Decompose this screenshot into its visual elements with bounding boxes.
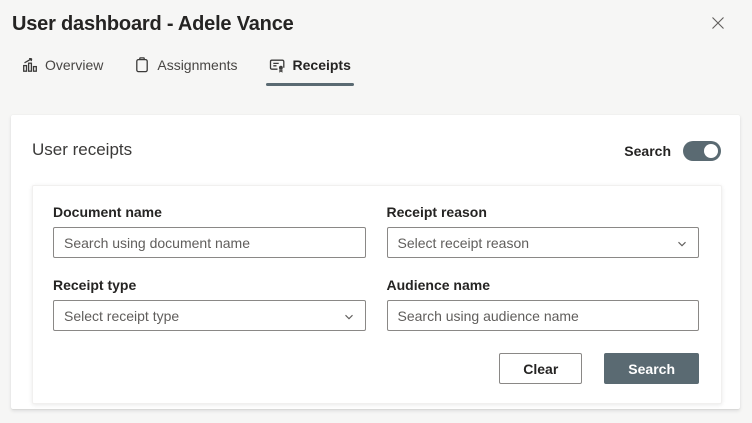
bar-chart-icon (22, 57, 38, 73)
search-filter-form: Document name Receipt reason Select rece… (32, 185, 722, 404)
receipt-icon (269, 57, 286, 73)
close-button[interactable] (708, 13, 728, 33)
toggle-knob-icon (704, 144, 718, 158)
search-toggle-group: Search (624, 141, 721, 161)
search-toggle-label: Search (624, 143, 671, 159)
form-actions: Clear Search (53, 353, 699, 384)
document-name-input[interactable] (53, 227, 366, 258)
dialog-title: User dashboard - Adele Vance (12, 13, 294, 35)
form-grid: Document name Receipt reason Select rece… (53, 204, 699, 331)
panel-title: User receipts (32, 140, 133, 159)
tab-assignments[interactable]: Assignments (134, 57, 238, 86)
receipt-type-label: Receipt type (53, 277, 137, 293)
field-receipt-type: Receipt type Select receipt type (53, 277, 366, 331)
field-audience-name: Audience name (386, 277, 699, 331)
search-toggle[interactable] (683, 141, 721, 161)
close-icon (711, 16, 725, 30)
tab-overview[interactable]: Overview (22, 57, 103, 86)
user-receipts-panel: User receipts Search Document name Recei… (11, 115, 740, 409)
search-button[interactable]: Search (604, 353, 699, 384)
audience-name-input[interactable] (386, 300, 699, 331)
dropdown-placeholder: Select receipt reason (397, 234, 530, 251)
chevron-down-icon (676, 238, 688, 250)
tab-label: Overview (45, 57, 104, 73)
chevron-down-icon (343, 311, 355, 323)
tab-label: Assignments (157, 57, 238, 73)
field-document-name: Document name (53, 204, 366, 258)
receipt-reason-dropdown[interactable]: Select receipt reason (386, 227, 699, 258)
tab-receipts[interactable]: Receipts (265, 57, 355, 86)
tab-bar: Overview Assignments Receipts (22, 57, 355, 86)
clipboard-icon (134, 57, 150, 73)
receipt-type-dropdown[interactable]: Select receipt type (53, 300, 366, 331)
receipt-reason-label: Receipt reason (386, 204, 487, 220)
dropdown-placeholder: Select receipt type (64, 307, 180, 324)
clear-button[interactable]: Clear (499, 353, 583, 384)
tab-label: Receipts (292, 57, 351, 73)
document-name-label: Document name (53, 204, 162, 220)
audience-name-label: Audience name (386, 277, 490, 293)
field-receipt-reason: Receipt reason Select receipt reason (386, 204, 699, 258)
